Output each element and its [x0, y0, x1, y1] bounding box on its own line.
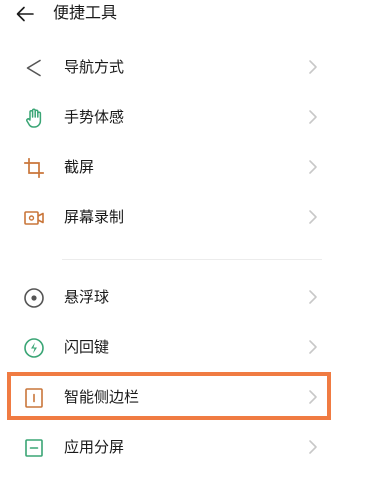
list-item-label: 闪回键 [64, 338, 110, 356]
flashback-key-icon [24, 338, 44, 358]
chevron-right-icon [309, 210, 317, 224]
floating-ball-icon [24, 288, 44, 308]
smart-sidebar-icon [25, 388, 43, 408]
chevron-right-icon [309, 110, 317, 124]
group-divider [62, 259, 322, 260]
list-item-label: 手势体感 [64, 108, 125, 126]
page-title: 便捷工具 [53, 3, 118, 22]
gesture-hand-icon [26, 108, 42, 128]
list-item-label: 悬浮球 [64, 288, 110, 306]
screen-record-icon [24, 211, 44, 225]
list-item-smart-sidebar[interactable]: 智能侧边栏 [0, 372, 340, 422]
split-screen-icon [25, 439, 43, 457]
chevron-right-icon [309, 290, 317, 304]
list-item-floating-ball[interactable]: 悬浮球 [0, 272, 340, 322]
navigation-icon [26, 59, 41, 77]
list-item-navigation-mode[interactable]: 导航方式 [0, 42, 340, 92]
list-item-label: 导航方式 [64, 58, 125, 76]
list-item-flashback-key[interactable]: 闪回键 [0, 322, 340, 372]
list-item-split-screen[interactable]: 应用分屏 [0, 422, 340, 472]
crop-screenshot-icon [24, 158, 44, 178]
list-item-label: 截屏 [64, 158, 95, 176]
header: 便捷工具 [0, 0, 375, 28]
chevron-right-icon [309, 440, 317, 454]
chevron-right-icon [309, 390, 317, 404]
list-item-label: 智能侧边栏 [64, 388, 140, 406]
list-item-screen-record[interactable]: 屏幕录制 [0, 192, 340, 242]
back-arrow-icon[interactable] [14, 3, 36, 25]
list-item-screenshot[interactable]: 截屏 [0, 142, 340, 192]
chevron-right-icon [309, 340, 317, 354]
list-item-label: 屏幕录制 [64, 208, 125, 226]
chevron-right-icon [309, 60, 317, 74]
list-item-gesture-motion[interactable]: 手势体感 [0, 92, 340, 142]
list-item-label: 应用分屏 [64, 438, 125, 456]
chevron-right-icon [309, 160, 317, 174]
